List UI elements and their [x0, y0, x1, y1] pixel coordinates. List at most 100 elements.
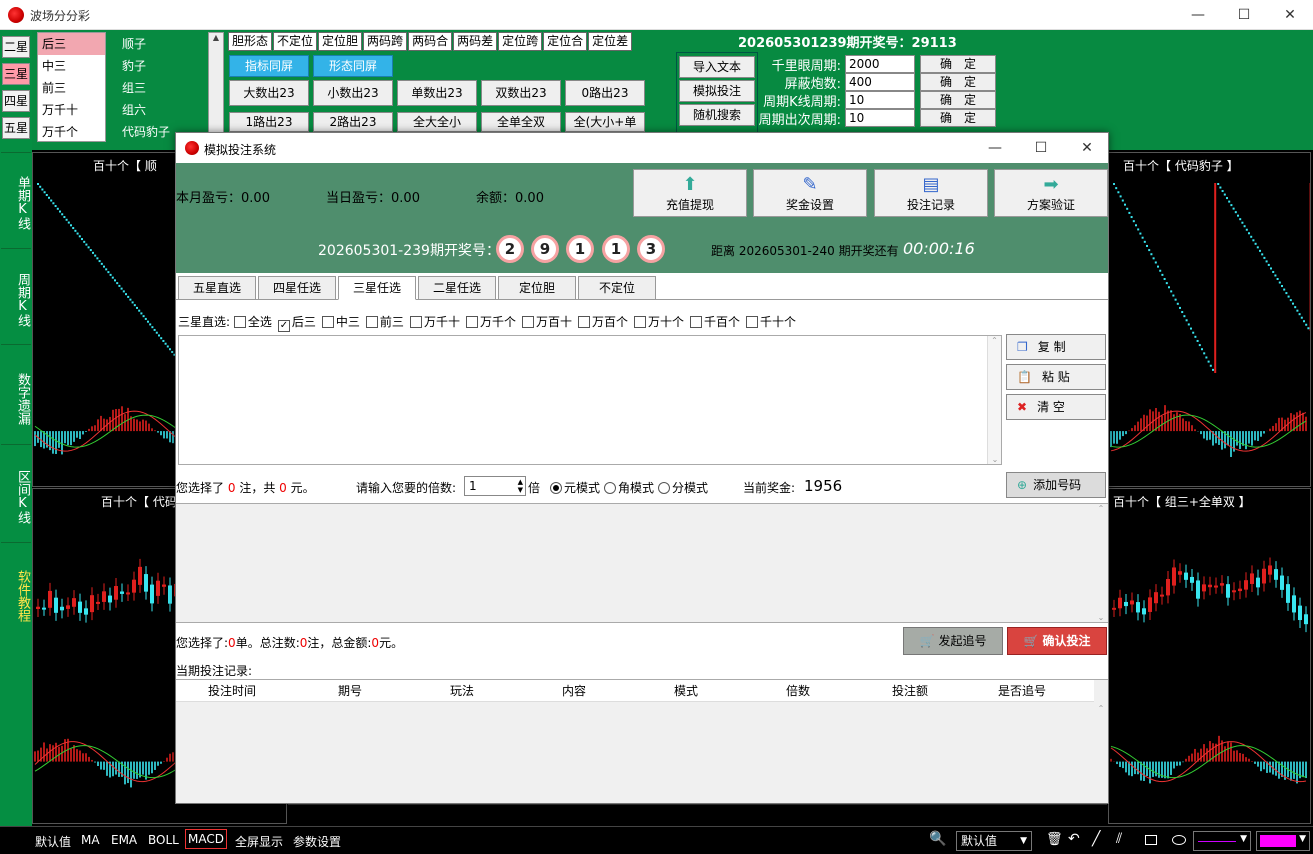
plan-verify-button[interactable]: ➡ 方案验证: [994, 169, 1108, 217]
list-item[interactable]: 前三: [38, 77, 105, 99]
list-item[interactable]: 万千十: [38, 99, 105, 121]
bottom-item-params[interactable]: 参数设置: [293, 833, 341, 850]
setting-input[interactable]: 10: [845, 109, 915, 127]
setting-confirm-button[interactable]: 确 定: [920, 91, 996, 109]
checkbox-10[interactable]: 千十个: [746, 315, 796, 329]
tab-five-star[interactable]: 五星直选: [178, 276, 256, 300]
grid-button[interactable]: 全(大小+单双): [565, 112, 645, 132]
simulate-bet-button[interactable]: 模拟投注: [679, 80, 755, 102]
checkbox-box[interactable]: [321, 316, 334, 328]
checkbox-0[interactable]: 全选: [233, 315, 272, 329]
grid-button[interactable]: 大数出23: [229, 80, 309, 106]
template-combo[interactable]: 默认值 ▼: [956, 831, 1032, 851]
mode-radio-1[interactable]: 角模式: [604, 481, 654, 495]
column-header[interactable]: 期号: [294, 680, 406, 702]
star-button-4[interactable]: 四星: [2, 90, 30, 112]
ellipse-tool-icon[interactable]: [1172, 835, 1186, 845]
nav-digit-missing[interactable]: 数字遗漏: [1, 344, 31, 438]
multiplier-input[interactable]: 1 ▲ ▼: [464, 476, 526, 496]
line-style-combo[interactable]: ▼: [1193, 831, 1251, 851]
tab-four-star[interactable]: 四星任选: [258, 276, 336, 300]
grid-button[interactable]: 1路出23: [229, 112, 309, 132]
column-header[interactable]: 投注时间: [176, 680, 288, 702]
bottom-item-ema[interactable]: EMA: [111, 833, 137, 847]
setting-confirm-button[interactable]: 确 定: [920, 73, 996, 91]
nav-single-kline[interactable]: 单期K线: [1, 152, 31, 242]
checkbox-box[interactable]: [690, 316, 703, 328]
setting-input[interactable]: 10: [845, 91, 915, 109]
tab-dingwei-he[interactable]: 定位合: [543, 32, 588, 51]
paste-button[interactable]: 📋 粘 贴: [1006, 364, 1106, 390]
list-item[interactable]: 顺子: [122, 33, 206, 55]
textarea-scrollbar[interactable]: ⌃ ⌄: [987, 336, 1001, 464]
list-item[interactable]: 后三: [38, 33, 105, 55]
star-button-5[interactable]: 五星: [2, 117, 30, 139]
grid-button[interactable]: 2路出23: [313, 112, 393, 132]
close-button[interactable]: ✕: [1267, 0, 1313, 30]
dialog-maximize-button[interactable]: ☐: [1018, 133, 1064, 163]
zoom-icon[interactable]: 🔍: [929, 831, 946, 847]
parallel-tool-icon[interactable]: ⫽: [1116, 831, 1122, 847]
column-header[interactable]: 是否追号: [966, 680, 1078, 702]
column-header[interactable]: 模式: [630, 680, 742, 702]
setting-input[interactable]: 400: [845, 73, 915, 91]
tab-liangma-he[interactable]: 两码合: [408, 32, 453, 51]
radio-button[interactable]: [550, 482, 562, 494]
checkbox-box[interactable]: [577, 316, 590, 328]
grid-button[interactable]: 0路出23: [565, 80, 645, 106]
nav-range-kline[interactable]: 区间K线: [1, 444, 31, 536]
rect-tool-icon[interactable]: [1145, 835, 1157, 845]
grid-button[interactable]: 单数出23: [397, 80, 477, 106]
copy-button[interactable]: ❐ 复 制: [1006, 334, 1106, 360]
bet-records-button[interactable]: ▤ 投注记录: [874, 169, 988, 217]
bottom-item-fullscreen[interactable]: 全屏显示: [235, 833, 283, 850]
add-number-button[interactable]: ⊕ 添加号码: [1006, 472, 1106, 498]
tab-two-star[interactable]: 二星任选: [418, 276, 496, 300]
list-item[interactable]: 豹子: [122, 55, 206, 77]
checkbox-box[interactable]: [365, 316, 378, 328]
setting-confirm-button[interactable]: 确 定: [920, 109, 996, 127]
checkbox-9[interactable]: 千百个: [690, 315, 740, 329]
list-item[interactable]: 万千个: [38, 121, 105, 143]
checkbox-2[interactable]: 中三: [321, 315, 360, 329]
number-textarea[interactable]: ⌃ ⌄: [178, 335, 1002, 465]
indicator-same-screen-button[interactable]: 指标同屏: [229, 55, 309, 77]
checkbox-box[interactable]: ✓: [277, 320, 290, 332]
pattern-same-screen-button[interactable]: 形态同屏: [313, 55, 393, 77]
checkbox-6[interactable]: 万百十: [521, 315, 572, 329]
tab-dingweidan[interactable]: 定位胆: [318, 32, 363, 51]
checkbox-8[interactable]: 万十个: [634, 315, 684, 329]
nav-tutorial[interactable]: 软件教程: [1, 542, 31, 638]
checkbox-5[interactable]: 万千个: [465, 315, 516, 329]
bottom-item-macd[interactable]: MACD: [185, 829, 227, 849]
checkbox-1[interactable]: ✓ 后三: [277, 315, 316, 332]
minimize-button[interactable]: —: [1175, 0, 1221, 30]
tab-liangma-kua[interactable]: 两码跨: [363, 32, 408, 51]
undo-icon[interactable]: ↶: [1068, 831, 1080, 847]
checkbox-box[interactable]: [409, 316, 422, 328]
tab-dan-xingtai[interactable]: 胆形态: [228, 32, 273, 51]
trash-icon[interactable]: 🗑: [1046, 832, 1063, 847]
list-item[interactable]: 组六: [122, 99, 206, 121]
grid-button[interactable]: 全大全小: [397, 112, 477, 132]
column-header[interactable]: 内容: [518, 680, 630, 702]
random-search-button[interactable]: 随机搜索: [679, 104, 755, 126]
checkbox-3[interactable]: 前三: [365, 315, 404, 329]
bottom-item-boll[interactable]: BOLL: [148, 833, 179, 847]
checkbox-box[interactable]: [634, 316, 646, 328]
import-text-button[interactable]: 导入文本: [679, 56, 755, 78]
grid-button[interactable]: 全单全双: [481, 112, 561, 132]
dialog-close-button[interactable]: ✕: [1064, 133, 1110, 163]
line-tool-icon[interactable]: ╱: [1092, 831, 1100, 847]
column-header[interactable]: 投注额: [854, 680, 966, 702]
checkbox-4[interactable]: 万千十: [409, 315, 460, 329]
type-list-scrollbar[interactable]: ▲: [208, 32, 224, 142]
records-scrollbar[interactable]: ⌃: [1094, 680, 1108, 804]
checkbox-box[interactable]: [465, 316, 478, 328]
checkbox-box[interactable]: [233, 316, 246, 328]
tab-three-star[interactable]: 三星任选: [338, 276, 416, 300]
list-item[interactable]: 中三: [38, 55, 105, 77]
column-header[interactable]: 倍数: [742, 680, 854, 702]
color-combo[interactable]: ▼: [1256, 831, 1310, 851]
tab-dingwei-kua[interactable]: 定位跨: [498, 32, 543, 51]
